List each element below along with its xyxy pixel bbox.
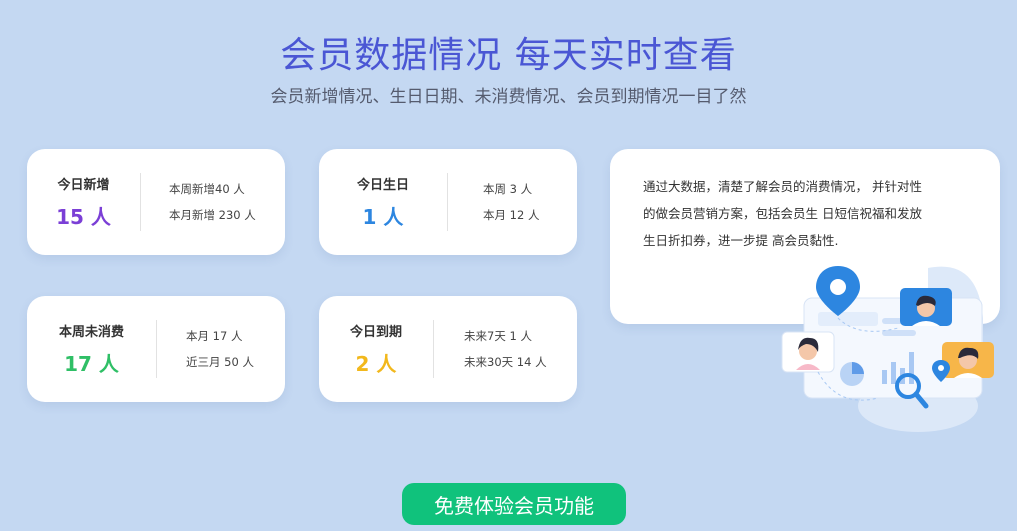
stat-label: 本周未消费 — [58, 325, 124, 340]
stat-detail: 本月 17 人 — [186, 329, 243, 343]
avatar-icon — [781, 331, 835, 373]
stat-detail: 本周新增40 人 — [169, 182, 245, 196]
avatar-icon — [942, 342, 994, 378]
stat-detail: 本周 3 人 — [483, 182, 533, 196]
stat-detail: 未来7天 1 人 — [464, 329, 532, 343]
stat-value: 1 人 — [362, 205, 404, 229]
description-text: 生日折扣券，进一步提 高会员黏性. — [643, 233, 839, 248]
member-data-illustration — [781, 266, 994, 432]
stat-value: 17 人 — [64, 352, 119, 376]
stat-card-no-purchase-week: 本周未消费 17 人 本月 17 人 近三月 50 人 — [27, 296, 285, 402]
stat-detail: 本月新增 230 人 — [169, 208, 256, 222]
description-text: 的做会员营销方案，包括会员生 日短信祝福和发放 — [643, 206, 922, 221]
stat-detail: 本月 12 人 — [483, 208, 540, 222]
divider — [140, 173, 141, 231]
page-subtitle: 会员新增情况、生日日期、未消费情况、会员到期情况一目了然 — [270, 87, 747, 107]
stat-card-new-today: 今日新增 15 人 本周新增40 人 本月新增 230 人 — [27, 149, 285, 255]
avatar-icon — [900, 288, 952, 326]
stat-detail: 近三月 50 人 — [186, 355, 254, 369]
stat-card-birthday-today: 今日生日 1 人 本周 3 人 本月 12 人 — [319, 149, 577, 255]
stat-value: 2 人 — [355, 352, 397, 376]
stat-card-expire-today: 今日到期 2 人 未来7天 1 人 未来30天 14 人 — [319, 296, 577, 402]
stat-detail: 未来30天 14 人 — [464, 355, 547, 369]
stat-value: 15 人 — [56, 205, 111, 229]
free-trial-button[interactable]: 免费体验会员功能 — [402, 483, 626, 525]
description-text: 通过大数据，清楚了解会员的消费情况， 并针对性 — [643, 179, 922, 194]
stat-label: 今日到期 — [349, 325, 402, 340]
divider — [447, 173, 448, 231]
stat-label: 今日新增 — [57, 178, 110, 193]
divider — [433, 320, 434, 378]
divider — [156, 320, 157, 378]
page-title: 会员数据情况 每天实时查看 — [280, 35, 737, 76]
stat-label: 今日生日 — [356, 178, 409, 193]
